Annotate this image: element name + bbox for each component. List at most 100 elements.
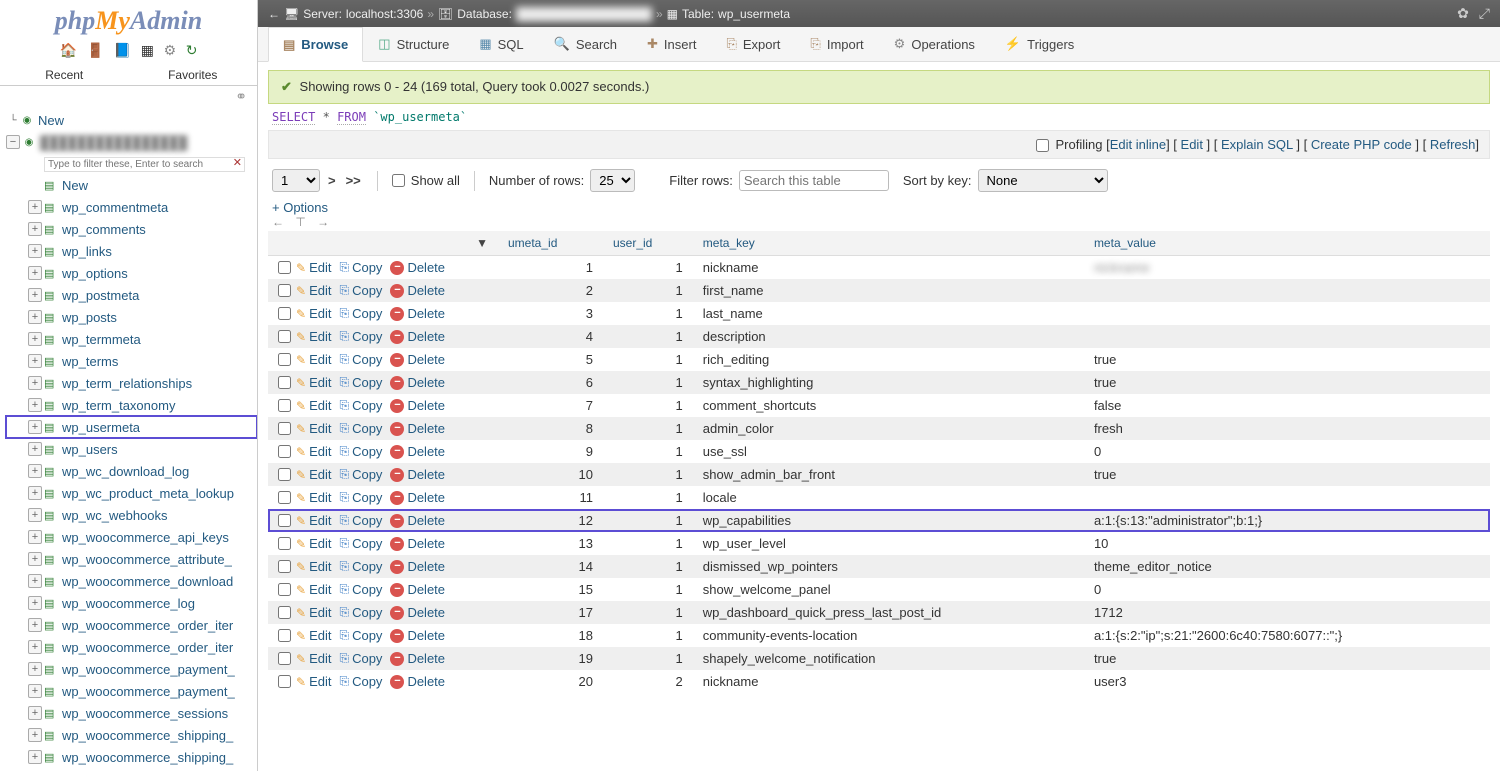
cell-user-id[interactable]: 1 [603,394,693,417]
tree-table-wp_woocommerce_order_iter[interactable]: +▤wp_woocommerce_order_iter [6,614,257,636]
cell-meta-value[interactable]: false [1084,394,1490,417]
expand-icon[interactable]: + [28,288,42,302]
row-checkbox[interactable] [278,629,291,642]
cell-umeta-id[interactable]: 12 [498,509,603,532]
expand-icon[interactable]: + [28,574,42,588]
cell-user-id[interactable]: 1 [603,417,693,440]
edit-button[interactable]: ✎Edit [293,536,334,551]
edit-button[interactable]: ✎Edit [293,260,334,275]
tree-table-wp_wc_webhooks[interactable]: +▤wp_wc_webhooks [6,504,257,526]
cell-meta-value[interactable] [1084,486,1490,509]
cell-umeta-id[interactable]: 9 [498,440,603,463]
clear-filter-icon[interactable]: ✕ [233,156,242,169]
col-meta_key[interactable]: meta_key [693,231,1084,256]
numrows-select[interactable]: 25 [590,169,635,192]
profiling-checkbox[interactable] [1036,139,1049,152]
refresh-link[interactable]: Refresh [1430,137,1476,152]
tree-table-wp_woocommerce_order_iter[interactable]: +▤wp_woocommerce_order_iter [6,636,257,658]
cell-umeta-id[interactable]: 17 [498,601,603,624]
expand-icon[interactable]: + [28,486,42,500]
copy-button[interactable]: ⎘Copy [336,421,385,436]
tree-table-wp_woocommerce_api_keys[interactable]: +▤wp_woocommerce_api_keys [6,526,257,548]
edit-button[interactable]: ✎Edit [293,674,334,689]
tree-table-wp_commentmeta[interactable]: +▤wp_commentmeta [6,196,257,218]
expand-icon[interactable]: + [28,530,42,544]
tree-new-table[interactable]: ▤ New [6,174,257,196]
cell-user-id[interactable]: 1 [603,624,693,647]
tree-table-wp_posts[interactable]: +▤wp_posts [6,306,257,328]
col-meta_value[interactable]: meta_value [1084,231,1490,256]
create-php-link[interactable]: Create PHP code [1311,137,1412,152]
delete-button[interactable]: −Delete [387,605,448,620]
cell-meta-value[interactable]: true [1084,348,1490,371]
copy-button[interactable]: ⎘Copy [336,536,385,551]
expand-icon[interactable]: + [28,420,42,434]
cell-meta-value[interactable]: a:1:{s:13:"administrator";b:1;} [1084,509,1490,532]
copy-button[interactable]: ⎘Copy [336,490,385,505]
copy-button[interactable]: ⎘Copy [336,306,385,321]
edit-link[interactable]: Edit [1181,137,1203,152]
cell-meta-key[interactable]: shapely_welcome_notification [693,647,1084,670]
expand-icon[interactable]: + [28,618,42,632]
tree-new[interactable]: └◉ New [6,109,257,131]
cell-user-id[interactable]: 1 [603,647,693,670]
edit-button[interactable]: ✎Edit [293,490,334,505]
copy-button[interactable]: ⎘Copy [336,651,385,666]
cell-user-id[interactable]: 1 [603,348,693,371]
cell-umeta-id[interactable]: 13 [498,532,603,555]
cell-user-id[interactable]: 1 [603,463,693,486]
copy-button[interactable]: ⎘Copy [336,444,385,459]
copy-button[interactable]: ⎘Copy [336,513,385,528]
column-move-arrows[interactable]: ← ⊤ → [268,215,1490,231]
cell-meta-key[interactable]: comment_shortcuts [693,394,1084,417]
delete-button[interactable]: −Delete [387,559,448,574]
tree-table-wp_woocommerce_shipping_[interactable]: +▤wp_woocommerce_shipping_ [6,724,257,746]
cell-user-id[interactable]: 1 [603,371,693,394]
copy-button[interactable]: ⎘Copy [336,559,385,574]
cell-meta-key[interactable]: description [693,325,1084,348]
expand-icon[interactable]: + [28,376,42,390]
copy-button[interactable]: ⎘Copy [336,628,385,643]
cell-meta-value[interactable]: 0 [1084,440,1490,463]
cell-umeta-id[interactable]: 2 [498,279,603,302]
copy-button[interactable]: ⎘Copy [336,352,385,367]
sql-icon[interactable]: ▦ [141,42,154,58]
row-checkbox[interactable] [278,652,291,665]
expand-icon[interactable]: + [28,398,42,412]
cell-meta-key[interactable]: admin_color [693,417,1084,440]
tab-operations[interactable]: ⚙Operations [879,27,990,61]
tree-table-wp_comments[interactable]: +▤wp_comments [6,218,257,240]
tree-table-wp_links[interactable]: +▤wp_links [6,240,257,262]
delete-button[interactable]: −Delete [387,375,448,390]
row-checkbox[interactable] [278,583,291,596]
cell-meta-value[interactable] [1084,302,1490,325]
cell-meta-value[interactable]: user3 [1084,670,1490,693]
cell-meta-key[interactable]: wp_capabilities [693,509,1084,532]
delete-button[interactable]: −Delete [387,628,448,643]
cell-meta-value[interactable]: fresh [1084,417,1490,440]
tree-table-wp_termmeta[interactable]: +▤wp_termmeta [6,328,257,350]
cell-meta-value[interactable]: nickname [1084,256,1490,280]
tree-table-wp_postmeta[interactable]: +▤wp_postmeta [6,284,257,306]
tree-table-wp_woocommerce_attribute_[interactable]: +▤wp_woocommerce_attribute_ [6,548,257,570]
tree-table-wp_woocommerce_shipping_[interactable]: +▤wp_woocommerce_shipping_ [6,746,257,768]
cell-meta-value[interactable]: 0 [1084,578,1490,601]
recent-tab[interactable]: Recent [0,65,129,85]
tree-table-wp_users[interactable]: +▤wp_users [6,438,257,460]
cell-meta-value[interactable] [1084,325,1490,348]
delete-button[interactable]: −Delete [387,536,448,551]
cell-meta-key[interactable]: nickname [693,256,1084,280]
cell-meta-value[interactable]: true [1084,463,1490,486]
tab-search[interactable]: 🔍Search [539,27,632,61]
expand-icon[interactable]: + [28,354,42,368]
copy-button[interactable]: ⎘Copy [336,674,385,689]
expand-icon[interactable]: + [28,706,42,720]
settings-icon[interactable]: ⚙ [164,42,177,58]
cell-meta-key[interactable]: rich_editing [693,348,1084,371]
expand-icon[interactable]: + [28,222,42,236]
row-checkbox[interactable] [278,560,291,573]
cell-meta-value[interactable]: 1712 [1084,601,1490,624]
expand-icon[interactable]: + [28,640,42,654]
edit-button[interactable]: ✎Edit [293,628,334,643]
expand-icon[interactable]: + [28,332,42,346]
